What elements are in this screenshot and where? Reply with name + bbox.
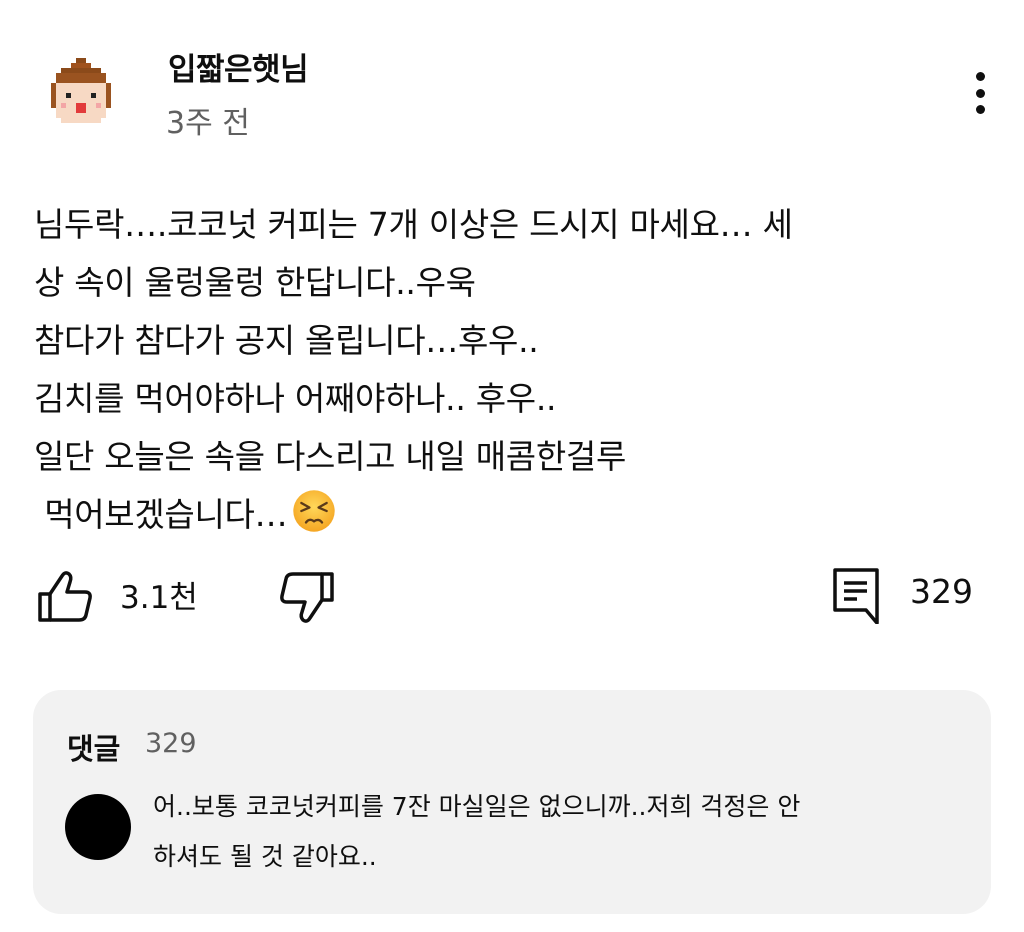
comment-line-last: 먹어보겠습니다… (34, 486, 984, 544)
like-count: 3.1천 (120, 580, 198, 616)
comment-line: 김치를 먹어야하나 어째야하나.. 후우.. (34, 379, 557, 418)
replies-title: 댓글 (67, 732, 121, 766)
author-avatar[interactable] (46, 58, 116, 128)
reply-count[interactable]: 329 (910, 572, 973, 611)
comment-time: 3주 전 (166, 106, 250, 141)
comment-text: 님두락….코코넛 커피는 7개 이상은 드시지 마세요… 세 상 속이 울렁울렁… (34, 196, 984, 544)
replies-count: 329 (145, 728, 197, 759)
more-dot (975, 105, 985, 114)
comment-author[interactable]: 입짧은햇님 (168, 44, 309, 89)
persevering-face-emoji (293, 490, 336, 532)
reply-line: 어..보통 코코넛커피를 7잔 마실일은 없으니까..저희 걱정은 안 (153, 792, 801, 821)
replies-panel[interactable]: 댓글 329 어..보통 코코넛커피를 7잔 마실일은 없으니까..저희 걱정은… (33, 690, 991, 914)
more-options-button[interactable] (960, 68, 1000, 118)
more-vertical-icon (975, 72, 985, 81)
comment-actions: 3.1천 329 (0, 560, 1024, 630)
thumbs-up-icon[interactable] (34, 568, 96, 624)
comment-line: 일단 오늘은 속을 다스리고 내일 매콤한걸루 (34, 437, 627, 476)
comment-line: 참다가 참다가 공지 올립니다…후우.. (34, 321, 539, 360)
reply-avatar (65, 794, 131, 860)
comment-line: 님두락….코코넛 커피는 7개 이상은 드시지 마세요… 세 (34, 205, 793, 244)
comment-line: 상 속이 울렁울렁 한답니다..우욱 (34, 263, 476, 302)
thumbs-down-icon[interactable] (276, 570, 338, 626)
comment-icon[interactable] (830, 566, 882, 624)
reply-preview-text: 어..보통 코코넛커피를 7잔 마실일은 없으니까..저희 걱정은 안 하셔도 … (153, 782, 973, 882)
comment-line: 먹어보겠습니다… (34, 495, 288, 534)
more-dot (975, 88, 985, 98)
reply-line: 하셔도 될 것 같아요.. (153, 842, 377, 871)
